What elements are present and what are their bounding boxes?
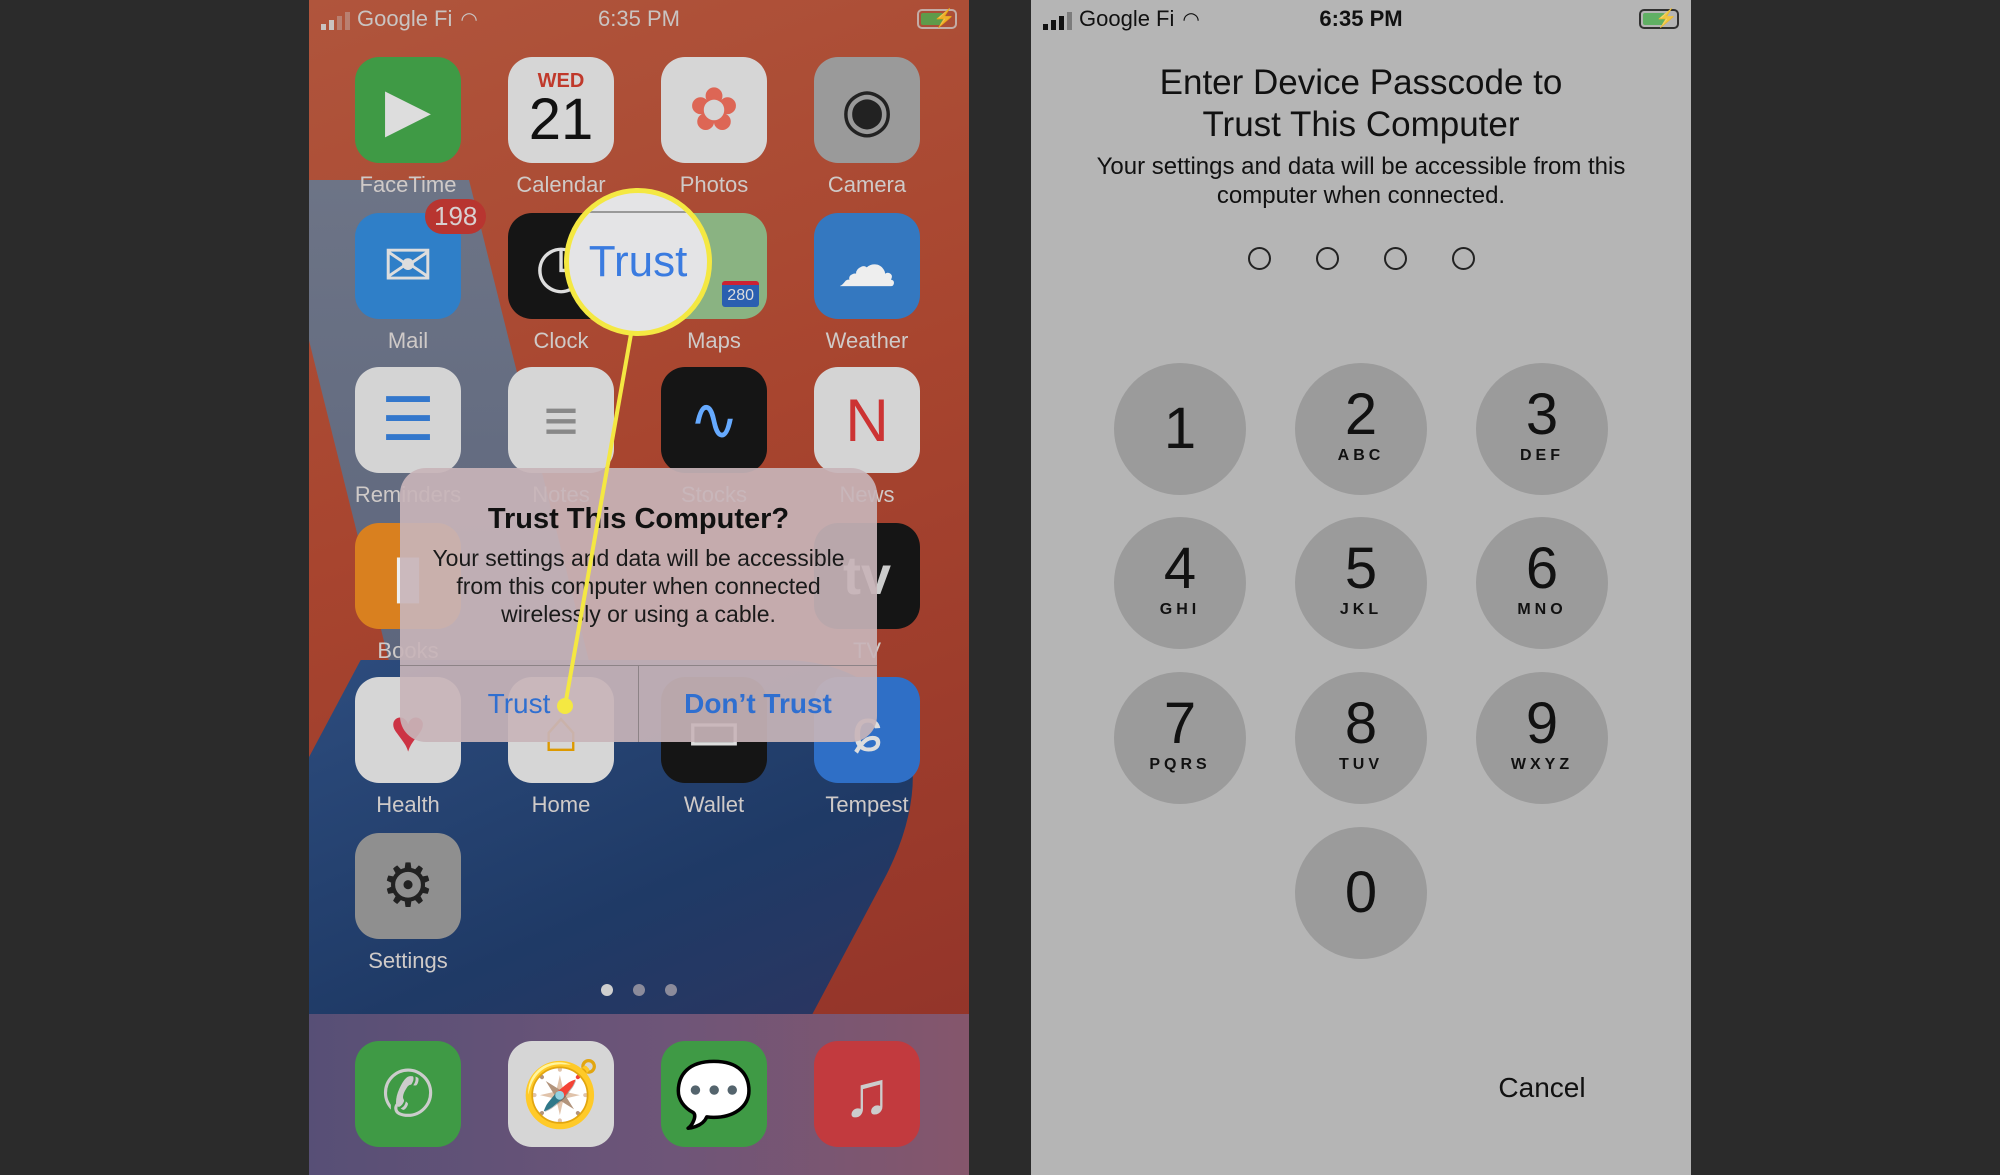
keypad-key-5[interactable]: 5 JKL <box>1295 517 1427 649</box>
home-screen: Google Fi ◠ 6:35 PM ⚡ ▶ FaceTime WED 21 Calen… <box>309 0 969 1175</box>
passcode-dot <box>1383 247 1407 270</box>
key-letters: MNO <box>1517 601 1567 618</box>
passcode-dots <box>1031 247 1691 270</box>
passcode-screen: Google Fi ◠ 6:35 PM ⚡ Enter Device Passco… <box>1031 0 1691 1175</box>
key-digit: 3 <box>1525 382 1559 447</box>
key-letters: TUV <box>1339 756 1383 773</box>
key-digit: 8 <box>1344 691 1378 756</box>
passcode-title: Enter Device Passcode to Trust This Comp… <box>1159 63 1563 144</box>
keypad-key-6[interactable]: 6 MNO <box>1476 517 1608 649</box>
key-digit: 4 <box>1163 536 1197 601</box>
keypad-key-4[interactable]: 4 GHI <box>1114 517 1246 649</box>
key-letters: JKL <box>1339 601 1383 618</box>
keypad-key-8[interactable]: 8 TUV <box>1295 672 1427 804</box>
key-letters: GHI <box>1159 601 1201 618</box>
passcode-dot <box>1247 247 1271 270</box>
keypad-key-7[interactable]: 7 PQRS <box>1114 672 1246 804</box>
key-letters: WXYZ <box>1510 756 1574 773</box>
clock-time: 6:35 PM <box>1319 6 1403 31</box>
keypad-key-1[interactable]: 1 <box>1114 363 1246 495</box>
keypad-key-2[interactable]: 2 ABC <box>1295 363 1427 495</box>
key-digit: 2 <box>1344 382 1378 447</box>
key-letters: DEF <box>1520 447 1564 464</box>
keypad-key-3[interactable]: 3 DEF <box>1476 363 1608 495</box>
passcode-dot <box>1315 247 1339 270</box>
keypad-key-0[interactable]: 0 <box>1295 827 1427 959</box>
status-bar: Google Fi ◠ 6:35 PM ⚡ <box>1031 0 1691 36</box>
key-digit: 6 <box>1525 536 1559 601</box>
key-digit: 5 <box>1344 536 1378 601</box>
cancel-button[interactable]: Cancel <box>1482 1072 1602 1104</box>
key-digit: 0 <box>1344 860 1378 925</box>
trust-callout-magnifier: Trust <box>564 188 712 336</box>
key-letters: PQRS <box>1149 756 1211 773</box>
keypad-key-9[interactable]: 9 WXYZ <box>1476 672 1608 804</box>
key-digit: 9 <box>1525 691 1559 756</box>
passcode-dot <box>1451 247 1475 270</box>
passcode-subtitle: Your settings and data will be accessibl… <box>1096 153 1626 209</box>
key-letters: ABC <box>1337 447 1385 464</box>
battery-icon: ⚡ <box>1639 8 1679 29</box>
key-digit: 7 <box>1163 691 1197 756</box>
callout-line <box>557 333 633 714</box>
key-digit: 1 <box>1163 396 1197 461</box>
